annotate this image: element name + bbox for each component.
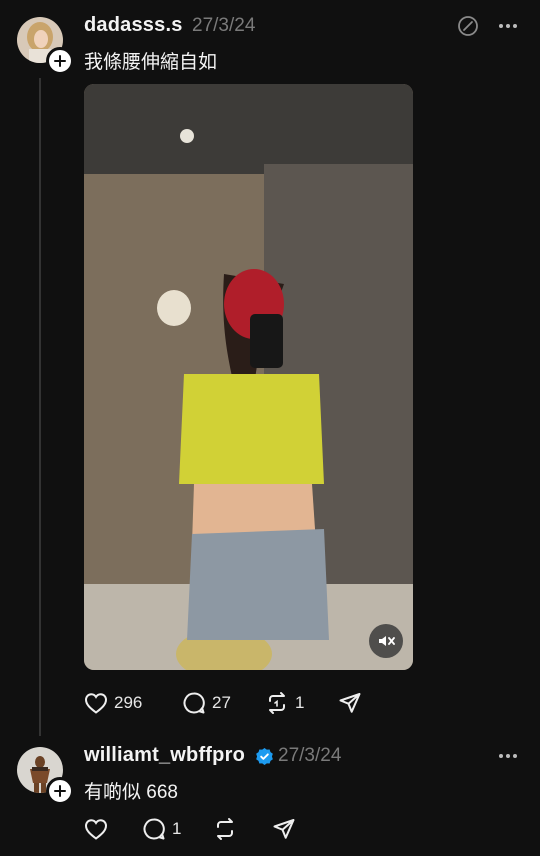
reply-text: 有啲似 668: [84, 782, 178, 803]
comment-icon[interactable]: [141, 816, 167, 842]
thread-line: [39, 78, 41, 736]
like-count: 296: [114, 693, 143, 712]
repost-icon[interactable]: [212, 816, 238, 842]
heart-icon[interactable]: [83, 816, 109, 842]
circle-slash-icon[interactable]: [456, 14, 480, 38]
mute-icon: [379, 636, 395, 646]
send-icon[interactable]: [271, 816, 297, 842]
more-icon[interactable]: [496, 744, 520, 768]
follow-plus-button[interactable]: [46, 777, 74, 805]
mute-button[interactable]: [369, 624, 403, 658]
repost-count: 1: [295, 693, 305, 712]
post-username[interactable]: dadasss.s: [84, 14, 183, 37]
video-frame: [84, 84, 413, 670]
more-icon[interactable]: [496, 14, 520, 38]
post-date: 27/3/24: [192, 15, 256, 36]
repost-icon[interactable]: [264, 690, 290, 716]
reply-reply-count: 1: [172, 819, 182, 838]
reply-date: 27/3/24: [278, 745, 342, 766]
plus-icon: [54, 55, 66, 67]
verified-badge-icon: [254, 746, 274, 766]
post-text: 我條腰伸縮自如: [84, 52, 218, 73]
follow-plus-button[interactable]: [46, 47, 74, 75]
send-icon[interactable]: [337, 690, 363, 716]
reply-username[interactable]: williamt_wbffpro: [84, 744, 245, 767]
reply-count: 27: [212, 693, 231, 712]
plus-icon: [54, 785, 66, 797]
heart-icon[interactable]: [83, 690, 109, 716]
post-video[interactable]: [84, 84, 413, 670]
comment-icon[interactable]: [181, 690, 207, 716]
